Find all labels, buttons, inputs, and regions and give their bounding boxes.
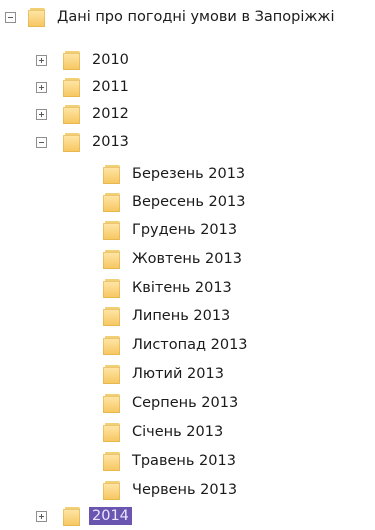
- tree-node-label: Травень 2013: [132, 453, 236, 469]
- tree-node-label: Січень 2013: [132, 424, 224, 440]
- tree-node-month[interactable]: Вересень 2013: [103, 188, 245, 216]
- tree-node-label: Жовтень 2013: [132, 251, 242, 267]
- tree-node-2013[interactable]: 2013: [36, 128, 129, 156]
- folder-icon: [103, 278, 122, 298]
- folder-icon: [103, 306, 122, 326]
- folder-icon: [103, 249, 122, 269]
- folder-icon: [103, 192, 122, 212]
- tree-node-month[interactable]: Травень 2013: [103, 447, 236, 475]
- expand-icon[interactable]: [36, 108, 47, 120]
- folder-icon: [103, 164, 122, 184]
- folder-icon: [28, 7, 47, 27]
- folder-icon: [103, 364, 122, 384]
- expand-icon[interactable]: [36, 510, 47, 522]
- tree-node-2014[interactable]: 2014: [36, 502, 132, 530]
- collapse-root-icon[interactable]: [5, 11, 16, 23]
- folder-icon: [63, 132, 82, 152]
- folder-icon: [63, 104, 82, 124]
- folder-icon: [103, 451, 122, 471]
- tree-node-label: Дані про погодні умови в Запоріжжі: [57, 9, 335, 25]
- folder-icon: [63, 506, 82, 526]
- tree-node-label: Березень 2013: [132, 166, 246, 182]
- expand-icon[interactable]: [36, 81, 47, 93]
- tree-node-month[interactable]: Червень 2013: [103, 476, 237, 504]
- tree-node-label: Лютий 2013: [132, 366, 224, 382]
- tree-node-label: Червень 2013: [132, 482, 238, 498]
- tree-node-root[interactable]: Дані про погодні умови в Запоріжжі: [5, 3, 335, 31]
- tree-node-month[interactable]: Липень 2013: [103, 302, 230, 330]
- tree-node-2011[interactable]: 2011: [36, 73, 129, 101]
- folder-icon: [103, 480, 122, 500]
- tree-node-label: 2013: [92, 134, 129, 150]
- tree-node-month[interactable]: Квітень 2013: [103, 274, 232, 302]
- folder-icon: [103, 335, 122, 355]
- tree-node-label: Листопад 2013: [132, 337, 248, 353]
- tree-node-month[interactable]: Грудень 2013: [103, 216, 237, 244]
- tree-node-label: Квітень 2013: [132, 280, 232, 296]
- folder-icon: [103, 422, 122, 442]
- folder-icon: [63, 50, 82, 70]
- tree-node-label: Грудень 2013: [132, 222, 238, 238]
- tree-node-2010[interactable]: 2010: [36, 46, 129, 74]
- tree-node-month[interactable]: Жовтень 2013: [103, 245, 242, 273]
- tree-node-label: 2012: [92, 106, 129, 122]
- folder-tree: Дані про погодні умови в Запоріжжі 2010 …: [0, 0, 375, 528]
- folder-icon: [63, 77, 82, 97]
- tree-node-month[interactable]: Лютий 2013: [103, 360, 224, 388]
- tree-node-label: Серпень 2013: [132, 395, 239, 411]
- tree-node-month[interactable]: Листопад 2013: [103, 331, 248, 359]
- collapse-icon[interactable]: [36, 136, 47, 148]
- tree-node-label: 2014: [89, 507, 132, 525]
- folder-icon: [103, 220, 122, 240]
- tree-node-2012[interactable]: 2012: [36, 100, 129, 128]
- tree-node-label: Вересень 2013: [132, 194, 246, 210]
- tree-node-label: 2011: [92, 79, 129, 95]
- tree-node-label: 2010: [92, 52, 129, 68]
- tree-node-month[interactable]: Серпень 2013: [103, 389, 238, 417]
- tree-node-label: Липень 2013: [132, 308, 231, 324]
- tree-node-month[interactable]: Березень 2013: [103, 160, 245, 188]
- folder-icon: [103, 393, 122, 413]
- expand-icon[interactable]: [36, 54, 47, 66]
- tree-node-month[interactable]: Січень 2013: [103, 418, 223, 446]
